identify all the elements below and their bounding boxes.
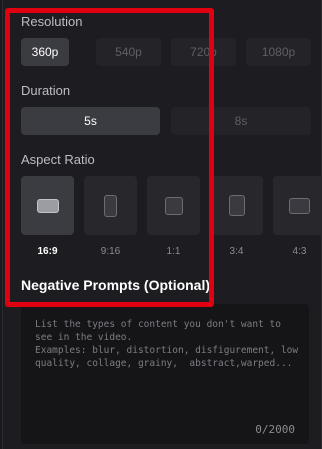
negative-prompts-placeholder: List the types of content you don't want…: [35, 319, 299, 369]
aspect-option-4-3[interactable]: [273, 176, 322, 235]
negative-prompts-textarea[interactable]: List the types of content you don't want…: [21, 304, 309, 444]
resolution-option-360p[interactable]: 360p: [21, 38, 69, 66]
portrait-ratio-icon: [104, 194, 117, 217]
aspect-label-9-16: 9:16: [100, 246, 121, 257]
settings-panel: Resolution 360p 540p 720p 1080p Duration…: [2, 0, 322, 449]
landscape-4-3-ratio-icon: [289, 197, 310, 214]
aspect-label-4-3: 4:3: [292, 246, 307, 257]
aspect-label-16-9: 16:9: [37, 246, 58, 257]
character-counter: 0/2000: [255, 423, 295, 436]
resolution-option-540p[interactable]: 540p: [96, 38, 161, 66]
negative-prompts-title: Negative Prompts (Optional): [21, 277, 211, 293]
resolution-option-1080p[interactable]: 1080p: [246, 38, 311, 66]
aspect-ratio-label: Aspect Ratio: [21, 152, 95, 167]
resolution-option-720p[interactable]: 720p: [171, 38, 236, 66]
aspect-option-9-16[interactable]: [84, 176, 137, 235]
aspect-label-3-4: 3:4: [229, 246, 244, 257]
aspect-option-1-1[interactable]: [147, 176, 200, 235]
aspect-label-1-1: 1:1: [166, 246, 181, 257]
resolution-label: Resolution: [21, 14, 83, 29]
duration-label: Duration: [21, 83, 71, 98]
landscape-ratio-icon: [36, 198, 59, 213]
aspect-option-16-9[interactable]: [21, 176, 74, 235]
duration-option-5s[interactable]: 5s: [21, 107, 160, 135]
duration-option-8s[interactable]: 8s: [171, 107, 311, 135]
portrait-3-4-ratio-icon: [228, 195, 245, 216]
aspect-option-3-4[interactable]: [210, 176, 263, 235]
square-ratio-icon: [164, 196, 183, 215]
